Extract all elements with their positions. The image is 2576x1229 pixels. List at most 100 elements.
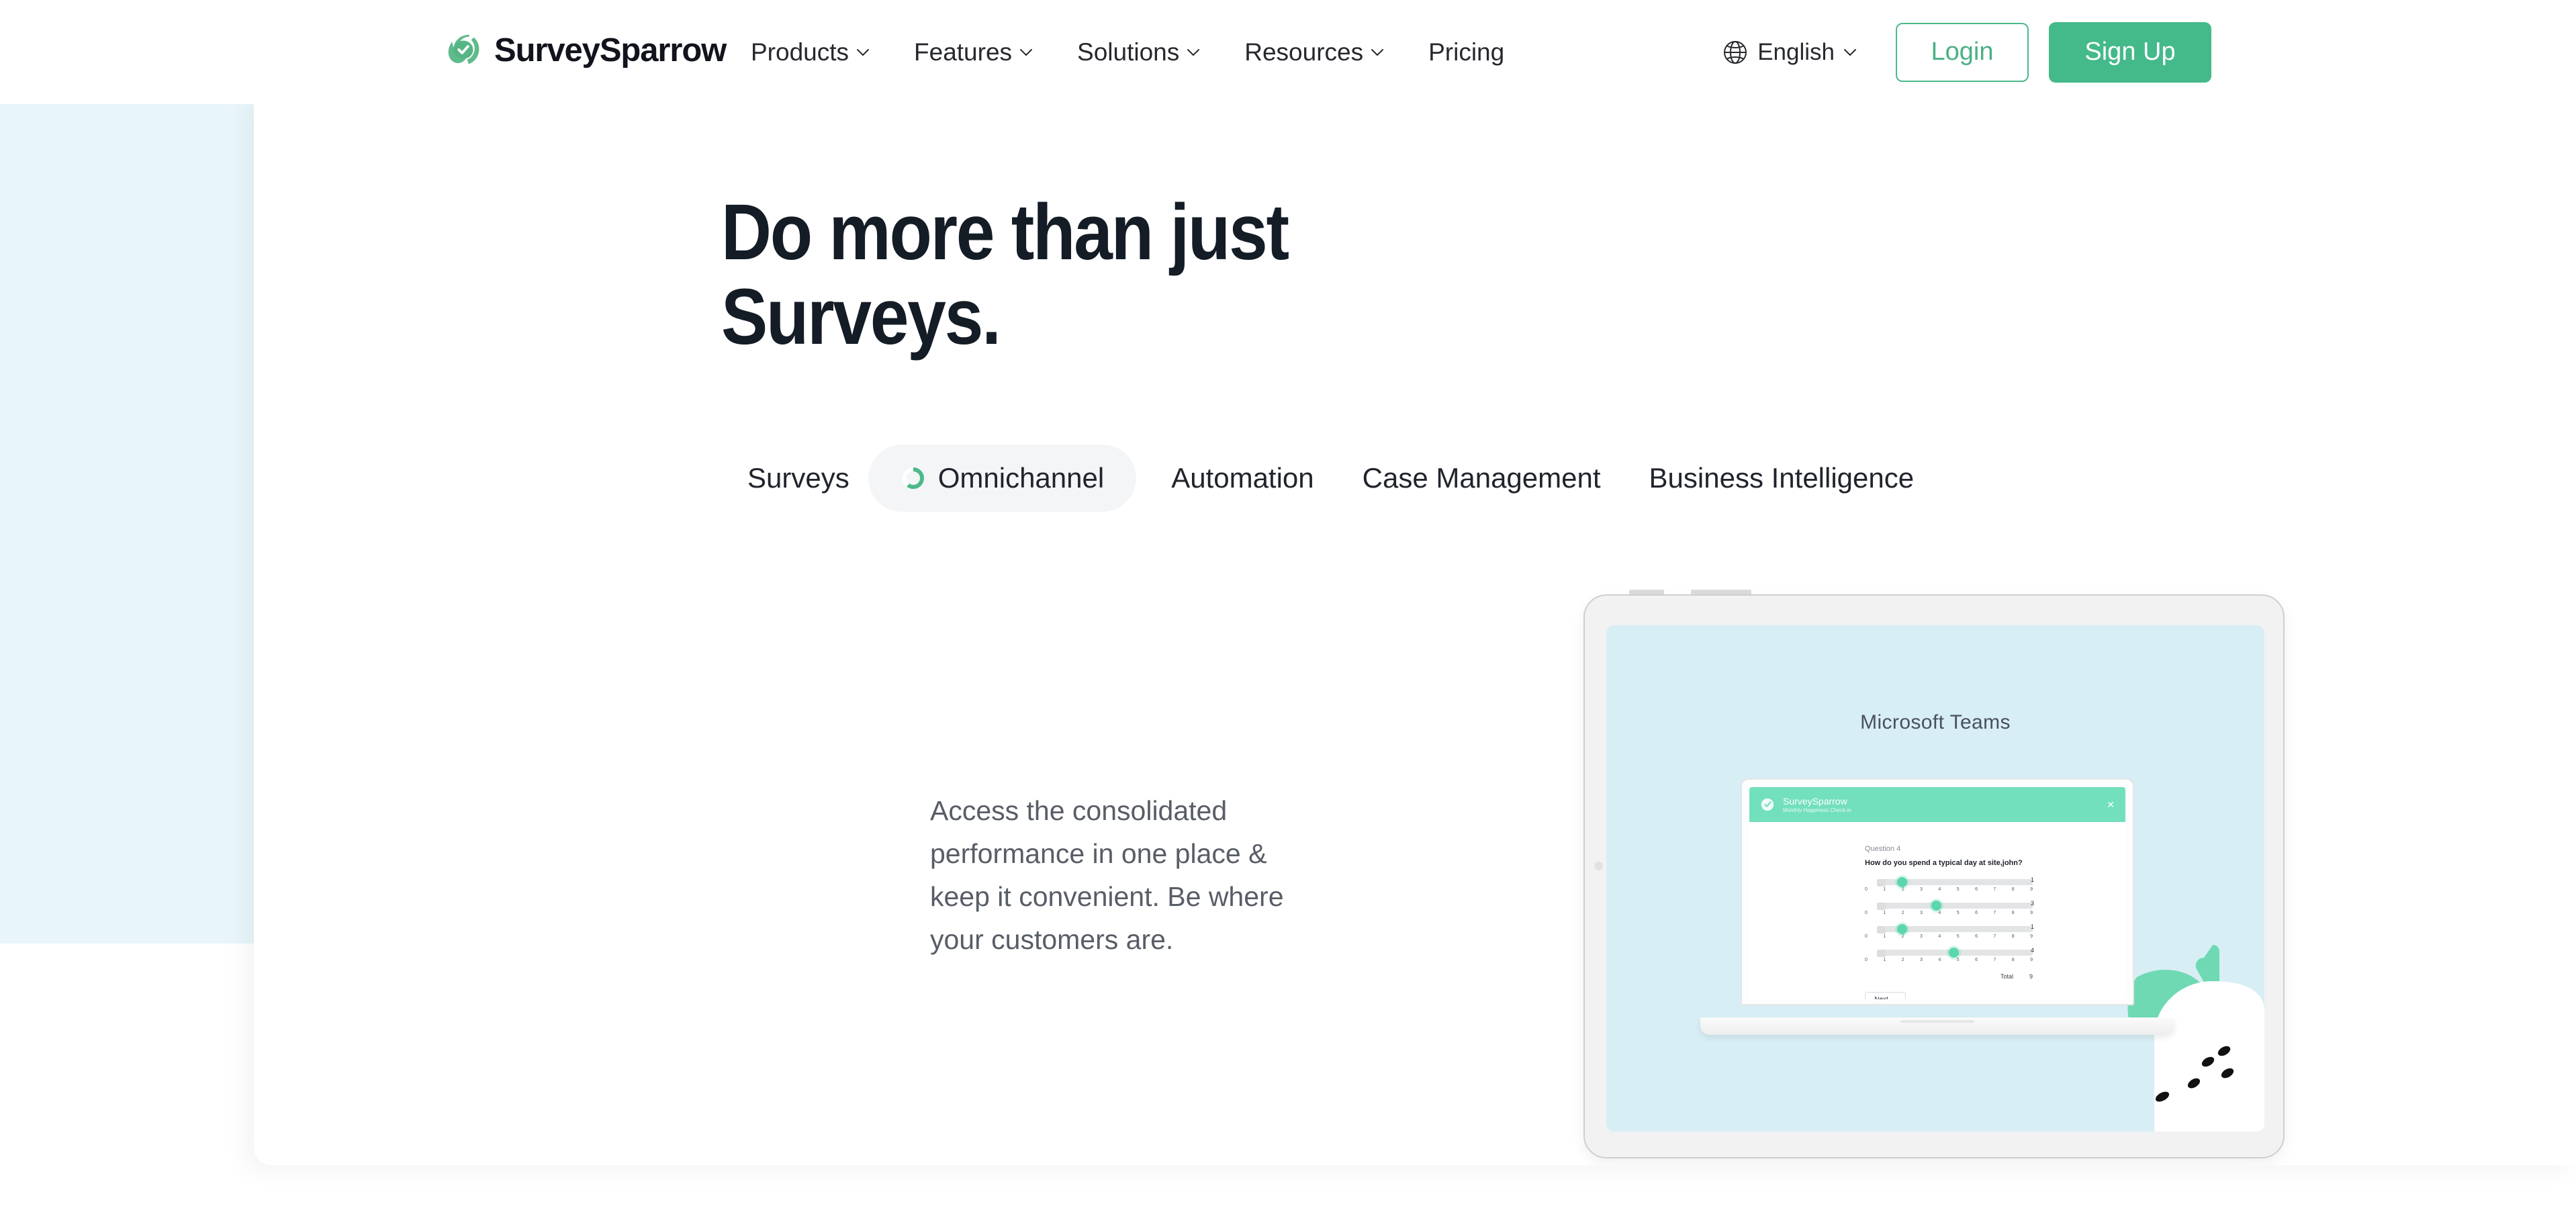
- slider-scale: 0 1 2 3 4 5 6 7 8 9: [1865, 887, 2033, 892]
- slider-value: 1: [2030, 876, 2034, 883]
- survey-next-button[interactable]: Next ›: [1865, 992, 1906, 999]
- tab-business-intelligence-label: Business Intelligence: [1649, 462, 1915, 494]
- globe-icon: [1724, 40, 1747, 64]
- hero-content-card: Do more than just Surveys. Surveys Omnic…: [254, 94, 2576, 1165]
- scale-tick: 2: [1901, 911, 1904, 915]
- slider-start-box: [1877, 950, 1886, 957]
- survey-total-value: 9: [2029, 973, 2033, 980]
- survey-body: Question 4 How do you spend a typical da…: [1749, 822, 2125, 999]
- nav-link-features[interactable]: Features: [914, 38, 1033, 66]
- laptop-trackpad-notch: [1900, 1020, 1974, 1023]
- nav-link-products[interactable]: Products: [751, 38, 870, 66]
- top-navigation-bar: SurveySparrow Products Features Solution…: [0, 0, 2576, 104]
- slider-track[interactable]: 1: [1877, 876, 2034, 887]
- survey-slider-row[interactable]: 4 0 1 2 3 4 5 6 7 8 9: [1865, 947, 2034, 962]
- tab-automation[interactable]: Automation: [1171, 445, 1314, 512]
- scale-tick: 2: [1901, 934, 1904, 939]
- survey-question-text: How do you spend a typical day at site,j…: [1865, 859, 2023, 867]
- scale-tick: 3: [1920, 958, 1923, 962]
- slider-value: 4: [2030, 947, 2034, 954]
- scale-tick: 0: [1865, 911, 1868, 915]
- nav-link-solutions[interactable]: Solutions: [1077, 38, 1200, 66]
- slider-knob[interactable]: [1897, 877, 1907, 887]
- scale-tick: 5: [1956, 958, 1960, 962]
- survey-slider-row[interactable]: 3 0 1 2 3 4 5 6 7 8 9: [1865, 900, 2034, 915]
- slider-scale: 0 1 2 3 4 5 6 7 8 9: [1865, 958, 2033, 962]
- close-icon[interactable]: ✕: [2107, 800, 2115, 809]
- survey-total-label: Total: [2000, 973, 2013, 980]
- scale-tick: 3: [1920, 934, 1923, 939]
- hero-description: Access the consolidated performance in o…: [930, 795, 1284, 955]
- feature-tab-row: Surveys Omnichannel Automation Case Mana…: [747, 445, 1914, 512]
- tab-automation-label: Automation: [1171, 462, 1314, 494]
- scale-tick: 1: [1883, 911, 1886, 915]
- scale-tick: 9: [2030, 934, 2033, 939]
- survey-brand: SurveySparrow: [1783, 795, 1847, 807]
- nav-link-features-label: Features: [914, 38, 1013, 66]
- survey-subtitle: Monthly Happiness Check-in: [1783, 807, 1851, 813]
- chevron-down-icon: [1844, 48, 1856, 56]
- tab-case-management-label: Case Management: [1362, 462, 1601, 494]
- tab-business-intelligence[interactable]: Business Intelligence: [1649, 445, 1915, 512]
- tablet-screen: Microsoft Teams SurveySparrow Monthly Ha…: [1606, 625, 2264, 1132]
- scale-tick: 3: [1920, 887, 1923, 892]
- nav-link-pricing[interactable]: Pricing: [1428, 38, 1504, 66]
- surveysparrow-bird-logo-icon: [1761, 798, 1774, 811]
- chevron-down-icon: [1187, 48, 1200, 56]
- tablet-illustration: Microsoft Teams SurveySparrow Monthly Ha…: [1583, 590, 2285, 1158]
- scale-tick: 6: [1975, 934, 1978, 939]
- slider-track[interactable]: 3: [1877, 900, 2034, 911]
- survey-slider-row[interactable]: 1 0 1 2 3 4 5 6 7 8 9: [1865, 876, 2034, 892]
- chevron-down-icon: [857, 48, 870, 56]
- slider-knob[interactable]: [1897, 924, 1907, 934]
- scale-tick: 6: [1975, 887, 1978, 892]
- scale-tick: 7: [1993, 934, 1996, 939]
- scale-tick: 8: [2011, 887, 2015, 892]
- slider-knob[interactable]: [1949, 948, 1959, 958]
- scale-tick: 8: [2011, 911, 2015, 915]
- laptop-lid: SurveySparrow Monthly Happiness Check-in…: [1741, 778, 2134, 1005]
- slider-start-box: [1877, 903, 1886, 910]
- laptop-screen: SurveySparrow Monthly Happiness Check-in…: [1749, 787, 2125, 999]
- tab-omnichannel[interactable]: Omnichannel: [868, 445, 1137, 512]
- tab-case-management[interactable]: Case Management: [1363, 445, 1601, 512]
- survey-total-row: Total 9: [1865, 973, 2033, 980]
- language-selector[interactable]: English: [1722, 39, 1857, 66]
- scale-tick: 4: [1938, 958, 1941, 962]
- signup-button[interactable]: Sign Up: [2049, 21, 2211, 83]
- scale-tick: 7: [1993, 911, 1996, 915]
- tab-surveys[interactable]: Surveys: [747, 445, 849, 512]
- scale-tick: 1: [1883, 934, 1886, 939]
- scale-tick: 4: [1938, 934, 1941, 939]
- login-button[interactable]: Login: [1896, 22, 2029, 82]
- slider-track[interactable]: 4: [1877, 947, 2034, 958]
- survey-widget-titles: SurveySparrow Monthly Happiness Check-in: [1783, 796, 1851, 814]
- laptop-illustration: SurveySparrow Monthly Happiness Check-in…: [1700, 778, 2174, 1035]
- nav-link-solutions-label: Solutions: [1077, 38, 1180, 66]
- surveysparrow-bird-logo-icon: [443, 30, 485, 71]
- slider-value: 1: [2030, 923, 2034, 930]
- scale-tick: 9: [2030, 911, 2033, 915]
- survey-slider-group: 1 0 1 2 3 4 5 6 7 8 9 3 0 1 2 3 4 5 6 7 …: [1865, 876, 2125, 962]
- nav-link-resources[interactable]: Resources: [1244, 38, 1384, 66]
- primary-nav-links: Products Features Solutions Resources Pr…: [751, 0, 1504, 104]
- survey-question-number: Question 4: [1865, 845, 1901, 853]
- slider-knob[interactable]: [1931, 901, 1941, 911]
- slider-track[interactable]: 1: [1877, 923, 2034, 934]
- nav-link-products-label: Products: [751, 38, 849, 66]
- brand-logo[interactable]: SurveySparrow: [443, 30, 727, 71]
- scale-tick: 0: [1865, 958, 1868, 962]
- scale-tick: 1: [1883, 887, 1886, 892]
- integration-label: Microsoft Teams: [1860, 711, 2011, 733]
- survey-slider-row[interactable]: 1 0 1 2 3 4 5 6 7 8 9: [1865, 923, 2034, 939]
- scale-tick: 5: [1956, 887, 1960, 892]
- chevron-down-icon: [1371, 48, 1384, 56]
- slider-start-box: [1877, 926, 1886, 934]
- tab-surveys-label: Surveys: [747, 462, 849, 494]
- scale-tick: 7: [1993, 887, 1996, 892]
- slider-scale: 0 1 2 3 4 5 6 7 8 9: [1865, 911, 2033, 915]
- tablet-camera-icon: [1594, 862, 1603, 870]
- scale-tick: 9: [2030, 958, 2033, 962]
- tab-omnichannel-label: Omnichannel: [937, 462, 1105, 494]
- scale-tick: 6: [1975, 958, 1978, 962]
